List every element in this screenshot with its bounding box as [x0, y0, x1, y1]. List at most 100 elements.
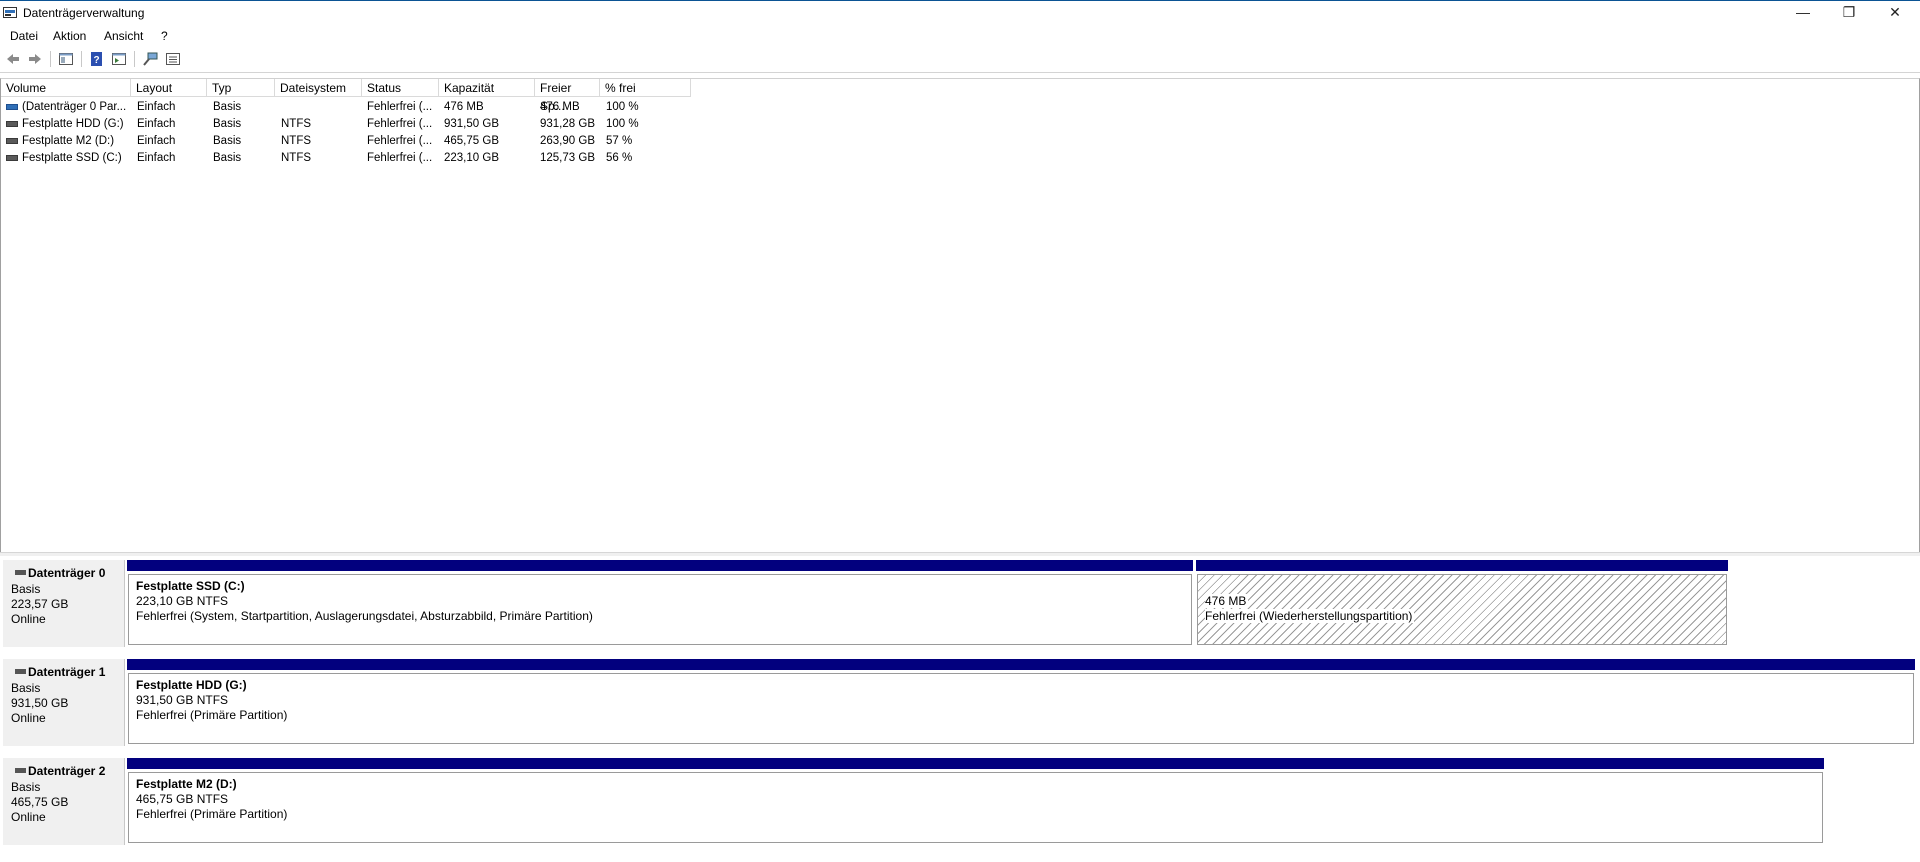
disk-row: Datenträger 2 Basis 465,75 GB Online Fes…	[0, 754, 1920, 849]
forward-icon[interactable]	[27, 51, 43, 67]
partition-size: 931,50 GB NTFS	[136, 693, 229, 707]
cell-typ: Basis	[213, 118, 242, 130]
menu-bar: Datei Aktion Ansicht ?	[0, 26, 1920, 46]
disk-name: Datenträger 0	[28, 566, 106, 580]
partition-size: 476 MB	[1205, 594, 1249, 608]
column-header-prozent-frei[interactable]: % frei	[600, 79, 691, 97]
partition-size: 465,75 GB NTFS	[136, 792, 229, 806]
disk-size: 465,75 GB	[11, 795, 69, 809]
disk-management-app-icon	[3, 7, 17, 18]
column-header-freier-speicher[interactable]: Freier Sp...	[535, 79, 600, 113]
cell-freier-speicher: 931,28 GB	[540, 118, 595, 130]
disk-icon	[15, 669, 26, 674]
settings-icon[interactable]	[165, 51, 181, 67]
partition-title: Festplatte HDD (G:)	[136, 678, 247, 692]
toolbar: ?	[0, 46, 1920, 73]
menu-help[interactable]: ?	[161, 29, 168, 43]
table-row[interactable]: (Datenträger 0 Par... Einfach Basis Fehl…	[1, 99, 701, 116]
partition-block[interactable]: Festplatte HDD (G:) 931,50 GB NTFS Fehle…	[127, 659, 1915, 746]
disk-info[interactable]: Datenträger 2 Basis 465,75 GB Online	[3, 758, 125, 845]
volume-icon	[6, 121, 18, 127]
menu-datei[interactable]: Datei	[10, 29, 38, 43]
console-tree-icon[interactable]	[58, 51, 74, 67]
cell-typ: Basis	[213, 101, 242, 113]
disk-state: Online	[11, 612, 46, 626]
cell-kapazitaet: 465,75 GB	[444, 135, 499, 147]
cell-prozent-frei: 100 %	[606, 101, 639, 113]
properties-icon[interactable]	[111, 51, 127, 67]
partition-body: Festplatte SSD (C:) 223,10 GB NTFS Fehle…	[128, 574, 1192, 645]
cell-prozent-frei: 100 %	[606, 118, 639, 130]
disk-info[interactable]: Datenträger 1 Basis 931,50 GB Online	[3, 659, 125, 746]
partition-body: Festplatte HDD (G:) 931,50 GB NTFS Fehle…	[128, 673, 1914, 744]
disk-row: Datenträger 1 Basis 931,50 GB Online Fes…	[0, 655, 1920, 750]
cell-freier-speicher: 476 MB	[540, 101, 580, 113]
partition-block[interactable]: Festplatte M2 (D:) 465,75 GB NTFS Fehler…	[127, 758, 1824, 845]
partition-header-bar	[127, 659, 1915, 670]
menu-ansicht[interactable]: Ansicht	[104, 29, 143, 43]
cell-status: Fehlerfrei (...	[367, 101, 433, 113]
volume-icon	[6, 138, 18, 144]
cell-dateisystem: NTFS	[281, 118, 312, 130]
table-row[interactable]: Festplatte M2 (D:) Einfach Basis NTFS Fe…	[1, 133, 701, 150]
cell-dateisystem: NTFS	[281, 135, 312, 147]
cell-kapazitaet: 476 MB	[444, 101, 484, 113]
cell-volume: Festplatte HDD (G:)	[22, 118, 124, 130]
disk-type: Basis	[11, 582, 41, 596]
partition-status: Fehlerfrei (Primäre Partition)	[136, 708, 288, 722]
restore-button[interactable]: ❐	[1826, 0, 1872, 26]
cell-layout: Einfach	[137, 101, 176, 113]
cell-freier-speicher: 125,73 GB	[540, 152, 595, 164]
cell-prozent-frei: 57 %	[606, 135, 633, 147]
menu-aktion[interactable]: Aktion	[53, 29, 86, 43]
title-bar: Datenträgerverwaltung — ❐ ✕	[0, 0, 1920, 26]
partition-header-bar	[127, 758, 1824, 769]
cell-freier-speicher: 263,90 GB	[540, 135, 595, 147]
partition-title: Festplatte SSD (C:)	[136, 579, 245, 593]
toolbar-separator	[81, 51, 82, 67]
partition-block[interactable]: 476 MB Fehlerfrei (Wiederherstellungspar…	[1196, 560, 1728, 647]
partition-title: Festplatte M2 (D:)	[136, 777, 237, 791]
minimize-button[interactable]: —	[1780, 0, 1826, 26]
close-button[interactable]: ✕	[1872, 0, 1918, 26]
column-header-volume[interactable]: Volume	[1, 79, 131, 97]
cell-layout: Einfach	[137, 152, 176, 164]
cell-volume: Festplatte M2 (D:)	[22, 135, 115, 147]
partition-body: Festplatte M2 (D:) 465,75 GB NTFS Fehler…	[128, 772, 1823, 843]
cell-status: Fehlerfrei (...	[367, 118, 433, 130]
column-header-kapazitaet[interactable]: Kapazität	[439, 79, 535, 97]
connect-icon[interactable]	[142, 51, 158, 67]
column-header-typ[interactable]: Typ	[207, 79, 275, 97]
disk-info[interactable]: Datenträger 0 Basis 223,57 GB Online	[3, 560, 125, 647]
cell-volume: Festplatte SSD (C:)	[22, 152, 122, 164]
cell-typ: Basis	[213, 135, 242, 147]
cell-typ: Basis	[213, 152, 242, 164]
partition-size: 223,10 GB NTFS	[136, 594, 229, 608]
disk-name: Datenträger 1	[28, 665, 106, 679]
window-title: Datenträgerverwaltung	[23, 6, 145, 20]
partition-status: Fehlerfrei (System, Startpartition, Ausl…	[136, 609, 593, 623]
disk-map-pane: Datenträger 0 Basis 223,57 GB Online Fes…	[0, 556, 1920, 862]
column-header-status[interactable]: Status	[362, 79, 439, 97]
help-icon[interactable]: ?	[89, 51, 105, 67]
disk-state: Online	[11, 711, 46, 725]
column-header-dateisystem[interactable]: Dateisystem	[275, 79, 362, 97]
back-icon[interactable]	[5, 51, 21, 67]
cell-volume: (Datenträger 0 Par...	[22, 101, 127, 113]
partition-block[interactable]: Festplatte SSD (C:) 223,10 GB NTFS Fehle…	[127, 560, 1193, 647]
title-bar-accent	[0, 0, 1920, 1]
table-row[interactable]: Festplatte SSD (C:) Einfach Basis NTFS F…	[1, 150, 701, 167]
cell-dateisystem: NTFS	[281, 152, 312, 164]
disk-size: 223,57 GB	[11, 597, 69, 611]
table-row[interactable]: Festplatte HDD (G:) Einfach Basis NTFS F…	[1, 116, 701, 133]
partition-status: Fehlerfrei (Wiederherstellungspartition)	[1205, 609, 1415, 623]
partition-header-bar	[127, 560, 1193, 571]
disk-type: Basis	[11, 681, 41, 695]
cell-kapazitaet: 931,50 GB	[444, 118, 499, 130]
volume-icon	[6, 104, 18, 110]
volume-list[interactable]: Volume Layout Typ Dateisystem Status Kap…	[0, 78, 1920, 554]
svg-text:?: ?	[93, 55, 99, 66]
column-header-layout[interactable]: Layout	[131, 79, 207, 97]
disk-size: 931,50 GB	[11, 696, 69, 710]
cell-status: Fehlerfrei (...	[367, 152, 433, 164]
